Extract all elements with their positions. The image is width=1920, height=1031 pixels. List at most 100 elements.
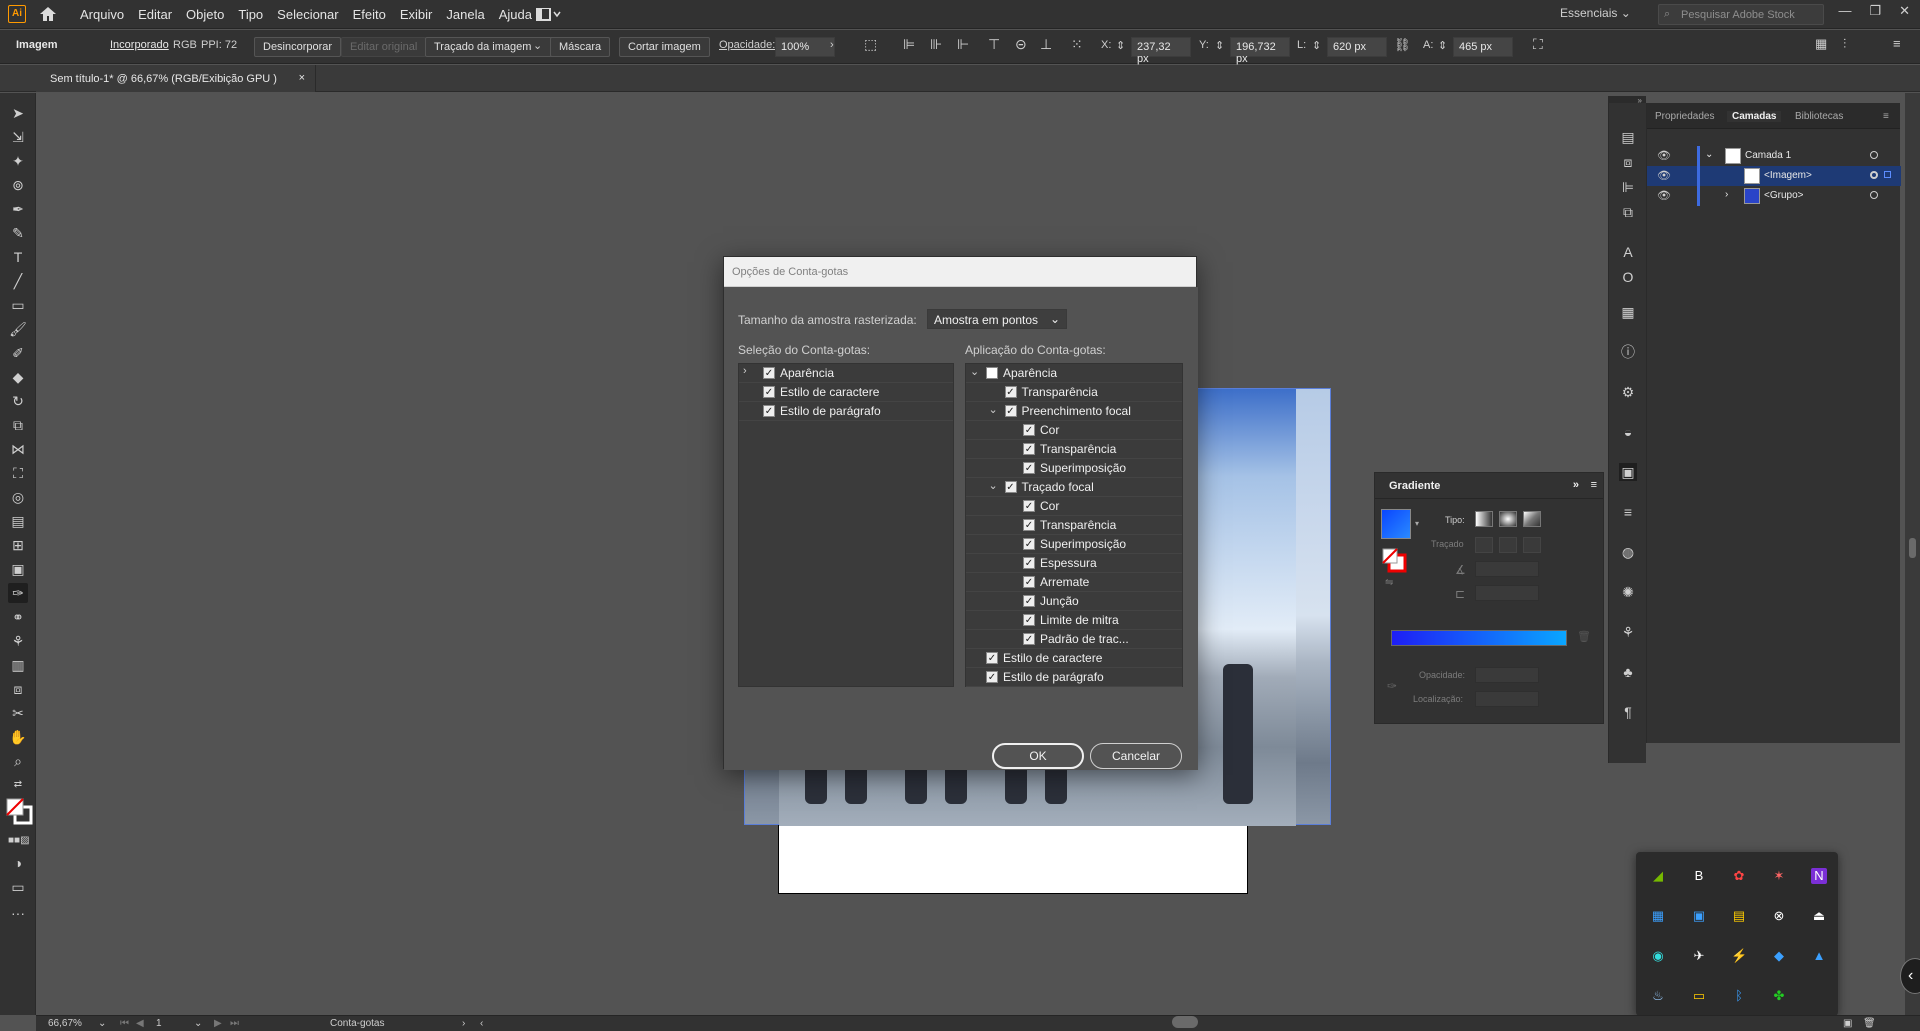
blend-tool-icon[interactable]: ⚭ <box>8 607 28 627</box>
align-top-icon[interactable]: ⊤ <box>988 36 1000 53</box>
apply-option[interactable]: ✓ Transparência <box>966 383 1182 402</box>
info-icon[interactable]: ⓘ <box>1619 343 1637 361</box>
raster-sample-dropdown[interactable]: Amostra em pontos ⌄ <box>927 309 1067 329</box>
linear-gradient-button[interactable] <box>1475 511 1493 527</box>
tray-app-icon[interactable]: ▭ <box>1691 988 1707 1004</box>
edit-original-button[interactable]: Editar original <box>341 37 427 57</box>
color-guide-icon[interactable]: ◒ <box>1619 423 1637 441</box>
document-icon[interactable]: ▤ <box>1619 128 1637 146</box>
checkbox[interactable]: ✓ <box>1004 405 1017 417</box>
visibility-eye-icon[interactable]: 👁 <box>1657 189 1671 202</box>
menu-item-objeto[interactable]: Objeto <box>186 7 224 22</box>
chevron-down-icon[interactable]: ⌄ <box>989 403 998 416</box>
checkbox[interactable]: ✓ <box>1023 633 1035 645</box>
column-graph-tool-icon[interactable]: ▥ <box>8 655 28 675</box>
tab-layers[interactable]: Camadas <box>1727 111 1782 122</box>
freeform-gradient-button[interactable] <box>1523 511 1541 527</box>
lasso-tool-icon[interactable]: ⊚ <box>8 175 28 195</box>
visibility-eye-icon[interactable]: 👁 <box>1657 169 1671 182</box>
chevron-down-icon[interactable]: ⌄ <box>989 479 998 492</box>
panel-menu-icon[interactable]: ≡ <box>1591 479 1597 491</box>
radial-gradient-button[interactable] <box>1499 511 1517 527</box>
align-middle-icon[interactable]: ⊝ <box>1015 36 1027 53</box>
restore-button[interactable]: ❐ <box>1869 3 1881 19</box>
graphic-styles-icon[interactable]: ♣ <box>1619 663 1637 681</box>
checkbox[interactable]: ✓ <box>1023 595 1035 607</box>
eyedropper-tool-icon[interactable]: ✑ <box>8 583 28 603</box>
checkbox[interactable]: ✓ <box>986 671 998 683</box>
link-proportions-icon[interactable]: ⛓ <box>1394 37 1411 53</box>
checkbox[interactable]: ✓ <box>1023 424 1035 436</box>
artboard-tool-icon[interactable]: ⧈ <box>8 679 28 699</box>
align-left-icon[interactable]: ⊫ <box>903 36 915 53</box>
apply-option[interactable]: ✓ Superimposição <box>966 535 1182 554</box>
scrollbar-thumb[interactable] <box>1909 538 1916 558</box>
line-tool-icon[interactable]: ╱ <box>8 271 28 291</box>
perspective-grid-tool-icon[interactable]: ▤ <box>8 511 28 531</box>
menu-item-ajuda[interactable]: Ajuda <box>499 7 532 22</box>
workspace-switcher-icon[interactable] <box>536 8 562 22</box>
pick-option[interactable]: ✓ Estilo de caractere <box>739 383 953 402</box>
free-transform-tool-icon[interactable]: ⛶ <box>8 463 28 483</box>
selection-indicator[interactable] <box>1884 171 1891 178</box>
draw-mode-icon[interactable]: ◑ <box>8 853 28 873</box>
chevron-down-icon[interactable]: ⌄ <box>194 1018 202 1029</box>
swatches-icon[interactable]: ▦ <box>1619 303 1637 321</box>
checkbox[interactable]: ✓ <box>763 405 775 417</box>
width-input[interactable]: 620 px <box>1327 37 1387 57</box>
scale-tool-icon[interactable]: ⧉ <box>8 415 28 435</box>
width-tool-icon[interactable]: ⋈ <box>8 439 28 459</box>
checkbox[interactable]: ✓ <box>1023 538 1035 550</box>
opacity-input[interactable] <box>1475 667 1539 683</box>
gradient-panel-icon[interactable]: ▣ <box>1619 463 1637 481</box>
menu-item-selecionar[interactable]: Selecionar <box>277 7 338 22</box>
last-artboard-icon[interactable]: ⏭ <box>230 1018 239 1029</box>
apply-option[interactable]: ✓ Espessura <box>966 554 1182 573</box>
gradient-slider[interactable] <box>1391 630 1567 646</box>
curvature-tool-icon[interactable]: ✎ <box>8 223 28 243</box>
menu-item-efeito[interactable]: Efeito <box>353 7 386 22</box>
nvidia-icon[interactable]: ◢ <box>1650 868 1666 884</box>
tray-app-icon[interactable]: ✤ <box>1771 988 1787 1004</box>
chevron-left-icon[interactable]: ‹ <box>1900 958 1920 994</box>
pick-option[interactable]: ✓ Estilo de parágrafo <box>739 402 953 421</box>
panel-menu-icon[interactable]: ≡ <box>1893 36 1901 51</box>
checkbox[interactable]: ✓ <box>1023 443 1035 455</box>
grid-app-icon[interactable]: ▦ <box>1650 908 1666 924</box>
rectangle-tool-icon[interactable]: ▭ <box>8 295 28 315</box>
stepper-icon[interactable]: ⇕ <box>1438 39 1447 52</box>
chevron-right-icon[interactable]: › <box>462 1018 465 1029</box>
home-icon[interactable] <box>38 5 58 23</box>
chevron-down-icon[interactable]: ⌄ <box>533 39 542 52</box>
panel-menu-icon[interactable]: ≡ <box>1883 111 1889 122</box>
direct-selection-tool-icon[interactable]: ⇲ <box>8 127 28 147</box>
stroke-gradient-option[interactable] <box>1475 537 1493 553</box>
height-input[interactable]: 465 px <box>1453 37 1513 57</box>
target-icon[interactable] <box>1870 171 1878 179</box>
stock-search-input[interactable]: ⌕ Pesquisar Adobe Stock <box>1658 4 1824 25</box>
zoom-tool-icon[interactable]: ⌕ <box>8 751 28 771</box>
opacity-label[interactable]: Opacidade: <box>719 39 775 51</box>
apply-option[interactable]: ✓ Estilo de caractere <box>966 649 1182 668</box>
checkbox[interactable]: ✓ <box>1004 481 1017 493</box>
stepper-icon[interactable]: ⇕ <box>1116 39 1125 52</box>
tray-app-icon[interactable]: ▤ <box>1731 908 1747 924</box>
onenote-icon[interactable]: N <box>1811 868 1827 884</box>
tray-app-icon[interactable]: ✈ <box>1691 948 1707 964</box>
fill-stroke-icon[interactable] <box>5 797 33 825</box>
glyphs-icon[interactable]: O <box>1619 268 1637 286</box>
apply-option[interactable]: ⌄ ✓ Traçado focal <box>966 478 1182 497</box>
apply-option[interactable]: ✓ Padrão de trac... <box>966 630 1182 649</box>
pathfinder-icon[interactable]: ⧉ <box>1619 203 1637 221</box>
link-app-icon[interactable]: ⊗ <box>1771 908 1787 924</box>
apply-option[interactable]: ✓ Estilo de parágrafo <box>966 668 1182 687</box>
checkbox[interactable]: ✓ <box>1023 557 1035 569</box>
pick-list[interactable]: › ✓ Aparência ✓ Estilo de caractere ✓ Estilo d… <box>738 363 954 687</box>
menu-flyout-icon[interactable]: ⫶ <box>1843 36 1846 52</box>
pen-tool-icon[interactable]: ✒ <box>8 199 28 219</box>
pick-option[interactable]: › ✓ Aparência <box>739 364 953 383</box>
selection-tool-icon[interactable]: ➤ <box>8 103 28 123</box>
chevron-down-icon[interactable]: ⌄ <box>98 1018 106 1029</box>
fill-stroke-icon[interactable] <box>1381 547 1407 573</box>
apply-option[interactable]: ✓ Cor <box>966 421 1182 440</box>
